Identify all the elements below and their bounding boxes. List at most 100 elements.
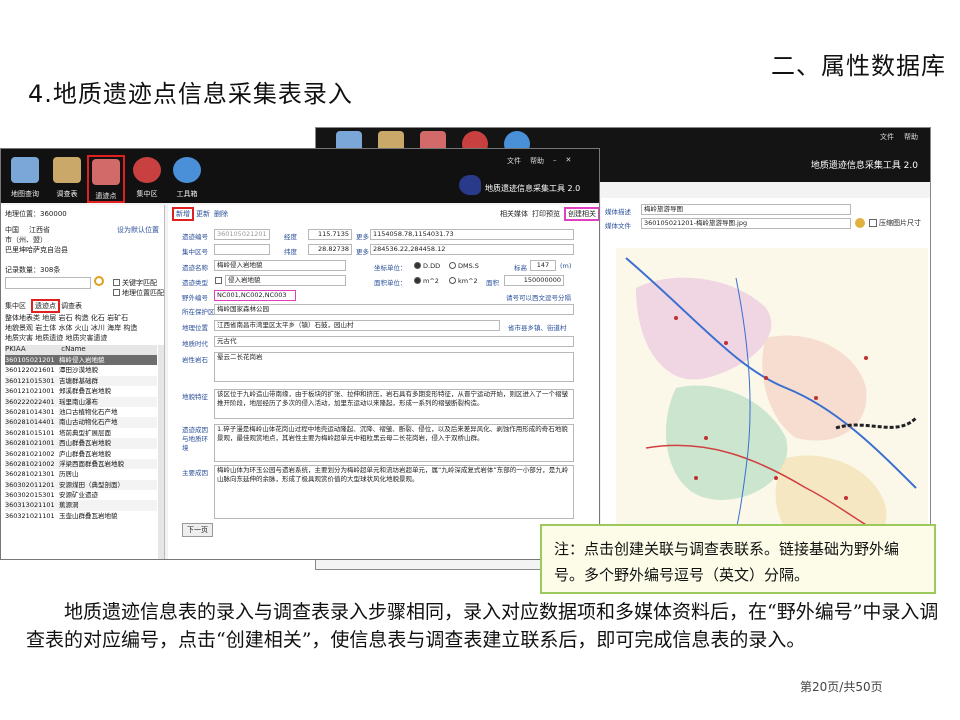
area-m2-radio[interactable] [414, 277, 421, 284]
col-cname[interactable]: cName [61, 345, 86, 353]
row-cname: 西山群叠瓦岩地貌 [59, 439, 111, 448]
region-country[interactable]: 中国 [5, 225, 19, 235]
compress-checkbox[interactable] [869, 219, 877, 227]
filter-row[interactable]: 地貌景观 岩土体 水体 火山 冰川 海岸 构造 [5, 323, 137, 333]
toolbar-concentration-area[interactable]: 集中区 [129, 155, 165, 203]
heritage-point-icon [92, 159, 120, 185]
front-toolbar: 地图查询 调查表 遗迹点 集中区 工具箱 文件 帮助 – ✕ 地质遗迹信息采集工… [1, 149, 599, 203]
table-row[interactable]: 360302011201 安源煤田（典型剖面） [5, 479, 157, 491]
print-preview-tab[interactable]: 打印预览 [532, 209, 560, 219]
lat-label: 纬度 [284, 248, 297, 256]
elevation-unit: (m) [560, 262, 572, 270]
area-code-field[interactable] [214, 244, 270, 255]
table-row[interactable]: 360313021101 蕉源洞 [5, 500, 157, 511]
table-row[interactable]: 360321021101 玉壶山群叠瓦岩地貌 [5, 511, 157, 521]
compress-label: 压缩图片尺寸 [879, 219, 921, 227]
set-default-link[interactable]: 设为默认位置 [117, 225, 159, 235]
tab-concentration-area[interactable]: 集中区 [5, 301, 26, 311]
coord-dms-radio[interactable] [449, 262, 456, 269]
search-icon[interactable] [94, 276, 104, 286]
location-match-checkbox[interactable] [113, 289, 120, 296]
rock-field[interactable]: 晕云二长花岗岩 [214, 352, 574, 382]
toolbar-toolbox[interactable]: 工具箱 [169, 155, 205, 203]
latitude-field[interactable]: 28.82738 [308, 244, 352, 255]
area-value-field[interactable]: 150000000 [504, 275, 564, 286]
table-header: PKIAA cName [5, 345, 157, 355]
value-label: 主要成因 [182, 469, 208, 477]
table-row[interactable]: 360122021601 潭田沙漠地貌 [5, 365, 157, 375]
code-field[interactable]: 360105021201 [214, 229, 270, 240]
heritage-form: 新增 更新 删除 相关媒体 打印预览 创建相关 遗迹编号 36010502120… [168, 205, 599, 559]
address-field[interactable]: 江西省南昌市湾里区太平乡（镇）石鼓，园山村 [214, 320, 500, 331]
table-row[interactable]: 360281014301 池口古植物化石产地 [5, 407, 157, 417]
lat-more-link[interactable]: 更多 [356, 246, 369, 256]
area-km2-radio[interactable] [449, 277, 456, 284]
value-field[interactable]: 梅岭山体为环玉公园与遗岩系统，主要划分为梅岭超单元和流坊岩超单元，属“九岭深成复… [214, 465, 574, 519]
region-county[interactable]: 巴里坤哈萨克自治县 [5, 245, 68, 255]
table-row[interactable]: 360281021002 浮梁西面群叠瓦岩地貌 [5, 458, 157, 470]
minimize-icon[interactable]: – [553, 156, 557, 166]
table-row[interactable]: 360281021002 庐山群叠瓦岩地貌 [5, 449, 157, 459]
formation-field[interactable]: 1.碎子漫是梅岭山体花岗山过程中地壳运动隆起、沉降、褶皱、断裂、侵位，以及后来差… [214, 424, 574, 462]
add-button[interactable]: 新增 [172, 207, 194, 221]
menu-file[interactable]: 文件 [880, 132, 894, 142]
table-row[interactable]: 360281021001 西山群叠瓦岩地貌 [5, 438, 157, 449]
longitude-more-field[interactable]: 1154058.78,1154031.73 [370, 229, 574, 240]
row-cname: 瑶里南山瀑布 [59, 397, 98, 406]
table-row[interactable]: 360222022401 瑶里南山瀑布 [5, 396, 157, 407]
menu-help[interactable]: 帮助 [530, 156, 544, 166]
region-city[interactable]: 市（州、盟） [5, 235, 47, 245]
create-relation-button[interactable]: 创建相关 [564, 207, 599, 221]
update-button[interactable]: 更新 [196, 209, 210, 219]
next-page-button[interactable]: 下一页 [182, 523, 213, 537]
filter-row[interactable]: 地质灾害 地质遗迹 地质灾害遗迹 [5, 333, 107, 343]
table-row[interactable]: 360281021301 历居山 [5, 469, 157, 479]
type-field[interactable]: 侵入岩地貌 [225, 275, 346, 286]
col-pkiaa[interactable]: PKIAA [5, 345, 59, 353]
browse-icon[interactable] [855, 218, 865, 228]
table-row[interactable]: 360105021201 梅岭侵入岩地貌 [5, 355, 157, 366]
row-cname: 潭田沙漠地貌 [59, 366, 98, 375]
table-row[interactable]: 360302015301 安源矿业遗迹 [5, 490, 157, 500]
table-scrollbar[interactable] [158, 345, 164, 559]
longitude-field[interactable]: 115.7135 [308, 229, 352, 240]
search-input[interactable] [5, 277, 91, 289]
tourist-map-image [616, 248, 928, 568]
tab-heritage-point[interactable]: 遗迹点 [31, 299, 60, 313]
row-cname: 浮梁西面群叠瓦岩地貌 [59, 459, 124, 468]
filter-row[interactable]: 整体地表类 地层 岩石 构造 化石 岩矿石 [5, 313, 128, 323]
field-no-input[interactable]: NC001,NC002,NC003 [214, 290, 296, 301]
tab-survey-form[interactable]: 调查表 [61, 301, 82, 311]
park-field[interactable]: 梅岭国家森林公园 [214, 304, 574, 315]
era-field[interactable]: 元古代 [214, 336, 574, 347]
row-cname: 塔前典型扩展层面 [59, 428, 111, 437]
toolbar-heritage-point[interactable]: 遗迹点 [87, 155, 125, 203]
row-pkiaa: 360281021002 [5, 459, 55, 468]
row-pkiaa: 360321021101 [5, 511, 55, 520]
table-row[interactable]: 360281014401 南山古动物化石产地 [5, 417, 157, 428]
media-desc-field[interactable]: 梅岭旅游导图 [641, 204, 851, 215]
toolbar-survey-form[interactable]: 调查表 [49, 155, 85, 203]
name-field[interactable]: 梅岭侵入岩地貌 [214, 260, 346, 271]
toolbar-map-query[interactable]: 地图查询 [7, 155, 43, 203]
related-media-tab[interactable]: 相关媒体 [500, 209, 528, 219]
menu-help[interactable]: 帮助 [904, 132, 918, 142]
row-pkiaa: 360281021301 [5, 470, 55, 479]
region-province[interactable]: 江西省 [29, 225, 50, 235]
lon-more-link[interactable]: 更多 [356, 231, 369, 241]
elevation-field[interactable]: 147 [530, 260, 556, 271]
media-file-field[interactable]: 360105021201-梅岭旅游导图.jpg [641, 218, 851, 229]
table-row[interactable]: 360121015301 吉塘群基础群 [5, 375, 157, 387]
map-drawing [616, 248, 928, 568]
latitude-more-field[interactable]: 284536.22,284458.12 [370, 244, 574, 255]
delete-button[interactable]: 删除 [214, 209, 228, 219]
coord-dd-radio[interactable] [414, 262, 421, 269]
type-checkbox[interactable] [215, 277, 222, 284]
menu-file[interactable]: 文件 [507, 156, 521, 166]
table-row[interactable]: 360281015101 塔前典型扩展层面 [5, 428, 157, 438]
keyword-match-checkbox[interactable] [113, 279, 120, 286]
rock-label: 岩性岩石 [182, 356, 208, 364]
close-icon[interactable]: ✕ [566, 156, 572, 166]
desc-field[interactable]: 该区位于九岭造山带南缘，由于板块的扩张、拉伸和挤压，岩石具有多期变形特征，从晋宁… [214, 389, 574, 419]
table-row[interactable]: 360121021001 郑溪群叠瓦岩地貌 [5, 386, 157, 396]
